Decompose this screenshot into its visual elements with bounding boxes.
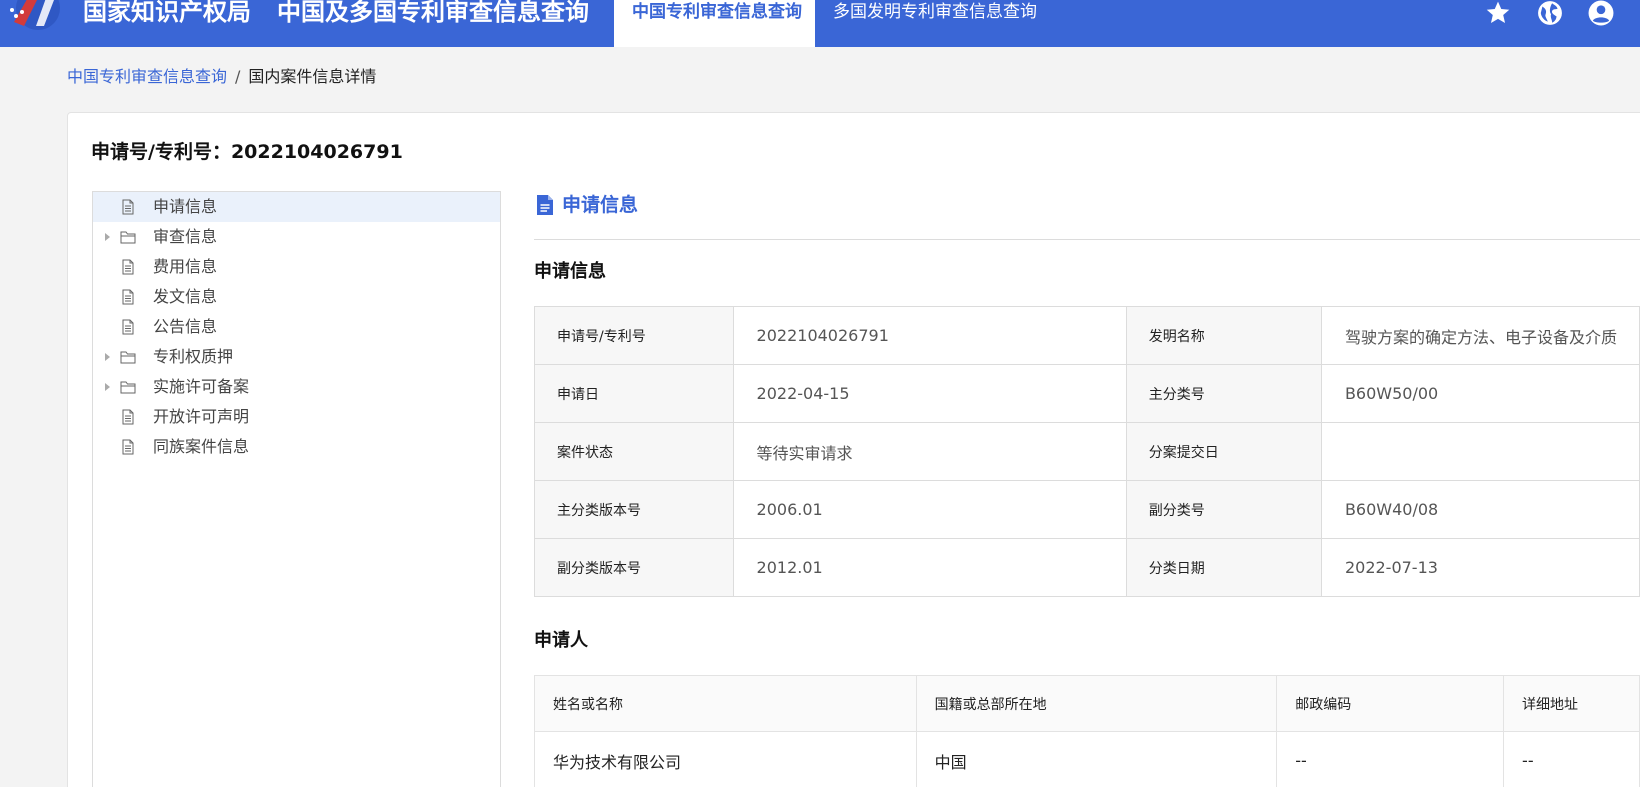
section-divider xyxy=(534,239,1640,240)
file-icon xyxy=(122,259,134,275)
info-value: 2022104026791 xyxy=(732,306,1127,365)
tree-item-label: 公告信息 xyxy=(153,317,218,336)
info-value: 等待实审请求 xyxy=(732,422,1127,481)
tree-item-label: 开放许可声明 xyxy=(153,407,250,426)
file-icon xyxy=(122,409,134,425)
info-value: 2006.01 xyxy=(732,480,1127,539)
table-row: 副分类版本号 2012.01 分类日期 2022-07-13 xyxy=(534,538,1640,597)
file-icon xyxy=(122,439,134,455)
column-header: 详细地址 xyxy=(1503,675,1640,732)
tab-multi-country-query[interactable]: 多国发明专利审查信息查询 xyxy=(833,0,1037,47)
file-icon xyxy=(122,289,134,305)
info-key: 申请日 xyxy=(534,364,734,423)
breadcrumb-current: 国内案件信息详情 xyxy=(248,67,377,86)
folder-icon xyxy=(120,231,136,244)
user-account-icon[interactable] xyxy=(1588,0,1614,26)
tree-item-label: 专利权质押 xyxy=(153,347,234,366)
tree-item-family-cases[interactable]: 同族案件信息 xyxy=(93,432,500,462)
tab-china-patent-query[interactable]: 中国专利审查信息查询 xyxy=(614,0,815,47)
applicant-postcode: -- xyxy=(1276,731,1505,787)
info-value: 2012.01 xyxy=(732,538,1127,597)
info-title: 申请信息 xyxy=(534,261,606,282)
star-icon[interactable] xyxy=(1485,0,1511,26)
tree-item-application-info[interactable]: 申请信息 xyxy=(93,192,500,222)
tree-item-fee-info[interactable]: 费用信息 xyxy=(93,252,500,282)
tree-item-label: 审查信息 xyxy=(153,227,218,246)
info-key: 副分类版本号 xyxy=(534,538,734,597)
expand-arrow-icon[interactable] xyxy=(105,353,110,361)
navigation-tree: 申请信息 审查信息 费用信息 发文信息 公告信息 专利权质押 实施许可备案 开放… xyxy=(92,191,501,787)
applicant-title: 申请人 xyxy=(534,630,588,651)
tree-item-dispatch-info[interactable]: 发文信息 xyxy=(93,282,500,312)
folder-icon xyxy=(120,351,136,364)
file-icon xyxy=(122,199,134,215)
breadcrumb-separator: / xyxy=(235,67,241,86)
top-navigation-bar: 国家知识产权局 中国及多国专利审查信息查询 中国专利审查信息查询 多国发明专利审… xyxy=(0,0,1640,47)
section-title: 申请信息 xyxy=(562,194,639,216)
tree-item-label: 同族案件信息 xyxy=(153,437,250,456)
table-header-row: 姓名或名称 国籍或总部所在地 邮政编码 详细地址 xyxy=(534,675,1640,732)
table-row: 华为技术有限公司 中国 -- -- xyxy=(534,731,1640,787)
cnipa-logo-icon xyxy=(10,0,60,30)
info-value: B60W50/00 xyxy=(1320,364,1640,423)
tree-item-license-filing[interactable]: 实施许可备案 xyxy=(93,372,500,402)
folder-icon xyxy=(120,381,136,394)
breadcrumb-link-home[interactable]: 中国专利审查信息查询 xyxy=(67,67,227,86)
system-name: 中国及多国专利审查信息查询 xyxy=(277,0,589,26)
table-row: 案件状态 等待实审请求 分案提交日 xyxy=(534,422,1640,481)
info-value: 驾驶方案的确定方法、电子设备及介质 xyxy=(1320,306,1640,365)
column-header: 邮政编码 xyxy=(1276,675,1505,732)
table-row: 主分类版本号 2006.01 副分类号 B60W40/08 xyxy=(534,480,1640,539)
info-value: 2022-04-15 xyxy=(732,364,1127,423)
info-key: 申请号/专利号 xyxy=(534,306,734,365)
info-value: B60W40/08 xyxy=(1320,480,1640,539)
tree-item-label: 申请信息 xyxy=(153,197,218,216)
expand-arrow-icon[interactable] xyxy=(105,383,110,391)
tree-item-label: 实施许可备案 xyxy=(153,377,250,396)
breadcrumb: 中国专利审查信息查询 / 国内案件信息详情 xyxy=(67,67,376,87)
file-icon xyxy=(122,319,134,335)
info-key: 主分类号 xyxy=(1125,364,1322,423)
applicant-country: 中国 xyxy=(915,731,1278,787)
tree-item-open-license[interactable]: 开放许可声明 xyxy=(93,402,500,432)
info-value: 2022-07-13 xyxy=(1320,538,1640,597)
expand-arrow-icon[interactable] xyxy=(105,233,110,241)
info-value xyxy=(1320,422,1640,481)
tree-item-announcement-info[interactable]: 公告信息 xyxy=(93,312,500,342)
document-icon xyxy=(537,195,553,215)
applicant-name: 华为技术有限公司 xyxy=(534,731,917,787)
org-name: 国家知识产权局 xyxy=(83,0,251,26)
info-key: 主分类版本号 xyxy=(534,480,734,539)
info-key: 分类日期 xyxy=(1125,538,1322,597)
application-info-table: 申请号/专利号 2022104026791 发明名称 驾驶方案的确定方法、电子设… xyxy=(534,306,1640,597)
globe-icon[interactable] xyxy=(1537,0,1563,26)
info-key: 分案提交日 xyxy=(1125,422,1322,481)
tree-item-patent-pledge[interactable]: 专利权质押 xyxy=(93,342,500,372)
tree-item-label: 费用信息 xyxy=(153,257,218,276)
tree-item-examination-info[interactable]: 审查信息 xyxy=(93,222,500,252)
info-key: 发明名称 xyxy=(1125,306,1322,365)
info-key: 案件状态 xyxy=(534,422,734,481)
table-row: 申请号/专利号 2022104026791 发明名称 驾驶方案的确定方法、电子设… xyxy=(534,306,1640,365)
tree-item-label: 发文信息 xyxy=(153,287,218,306)
applicant-address: -- xyxy=(1503,731,1640,787)
info-key: 副分类号 xyxy=(1125,480,1322,539)
table-row: 申请日 2022-04-15 主分类号 B60W50/00 xyxy=(534,364,1640,423)
column-header: 国籍或总部所在地 xyxy=(915,675,1278,732)
application-number-heading: 申请号/专利号：2022104026791 xyxy=(91,141,403,163)
applicant-table: 姓名或名称 国籍或总部所在地 邮政编码 详细地址 华为技术有限公司 中国 -- … xyxy=(534,675,1640,787)
column-header: 姓名或名称 xyxy=(534,675,917,732)
